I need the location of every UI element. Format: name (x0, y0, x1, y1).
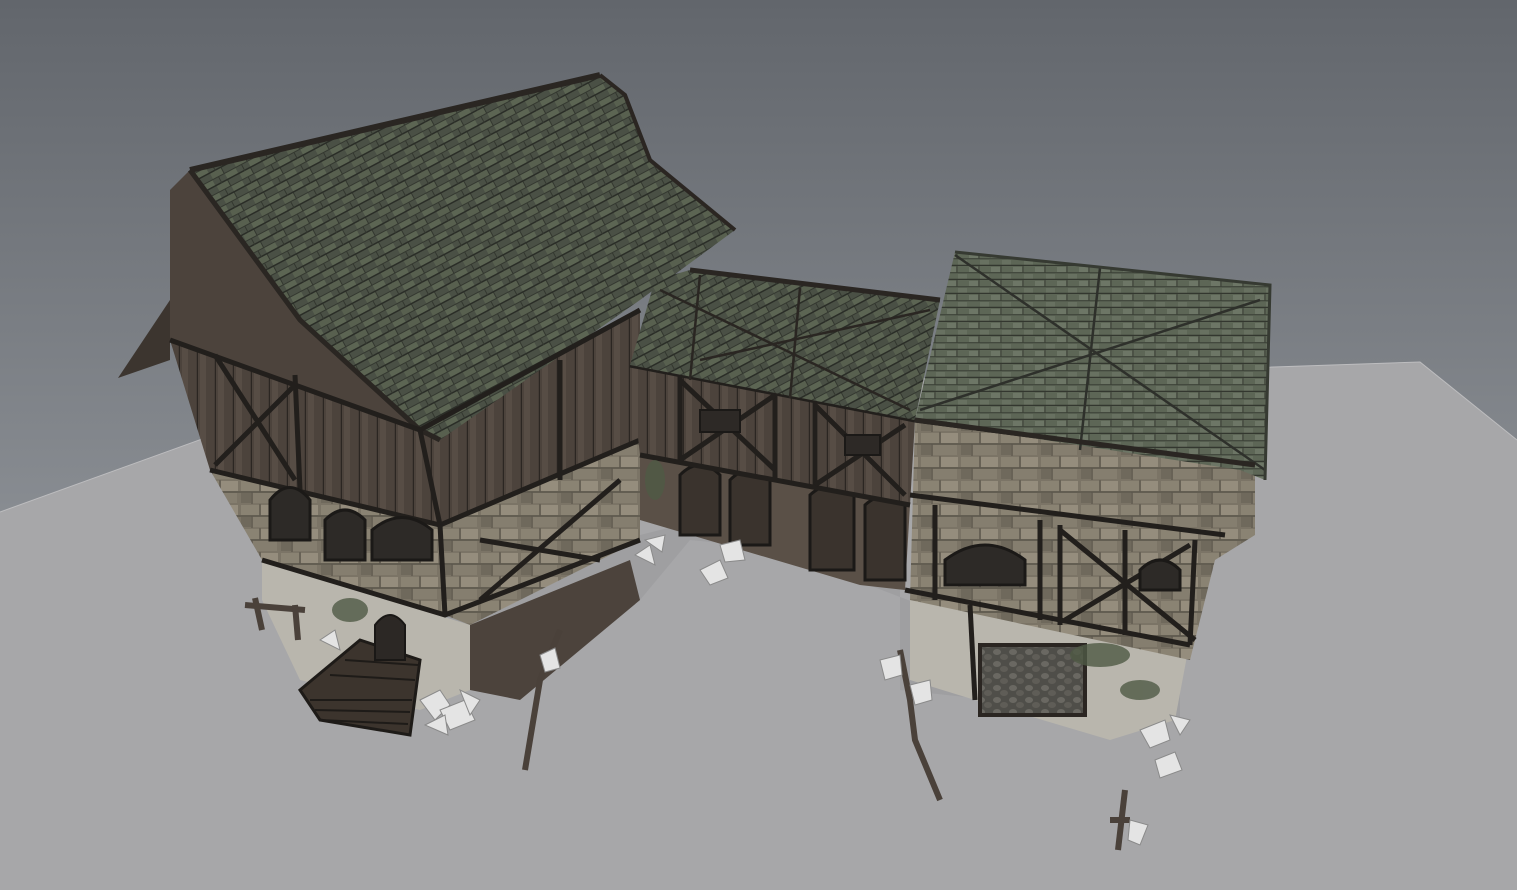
scene-render (0, 0, 1517, 890)
3d-viewport[interactable] (0, 0, 1517, 890)
